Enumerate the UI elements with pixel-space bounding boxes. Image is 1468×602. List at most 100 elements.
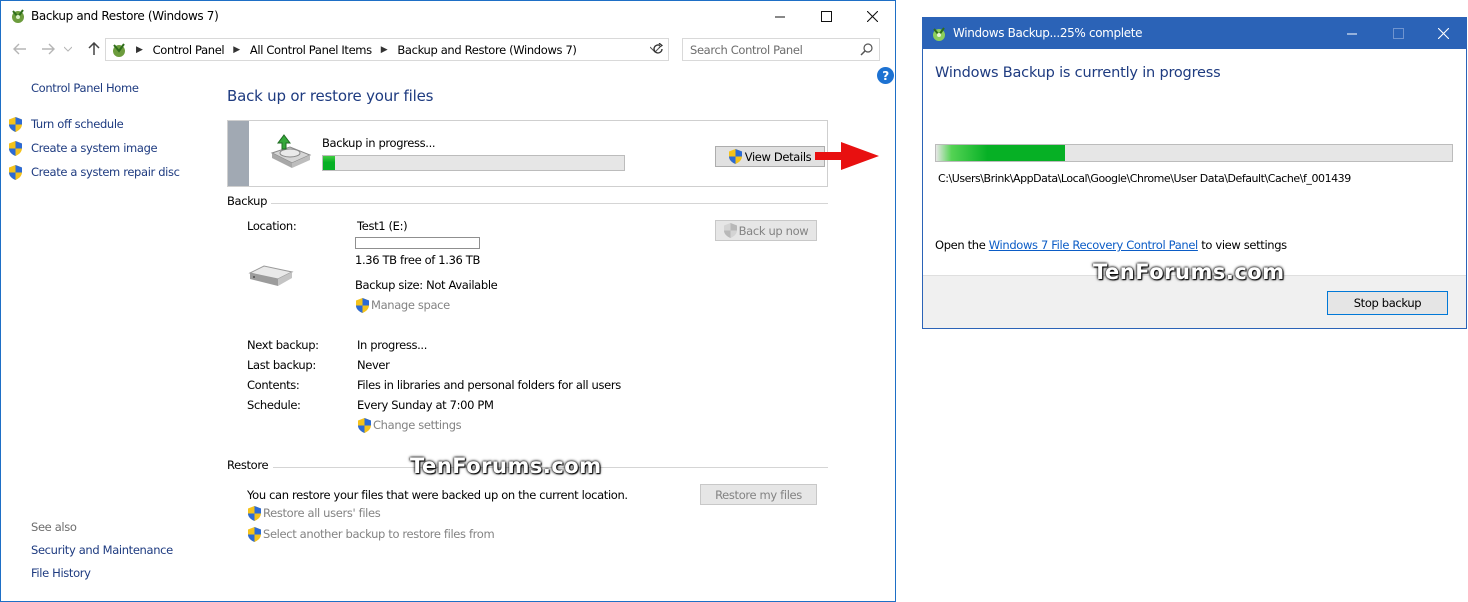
- refresh-icon: [653, 43, 664, 54]
- restore-my-files-button[interactable]: Restore my files: [700, 484, 817, 505]
- breadcrumb-separator[interactable]: ▶: [381, 45, 388, 55]
- file-recovery-link[interactable]: Windows 7 File Recovery Control Panel: [989, 238, 1198, 252]
- see-also-heading: See also: [31, 520, 77, 534]
- backup-progress-fill: [323, 156, 336, 170]
- refresh-button[interactable]: [649, 40, 667, 58]
- current-file-path: C:\Users\Brink\AppData\Local\Google\Chro…: [938, 172, 1351, 185]
- open-control-panel-text: Open the Windows 7 File Recovery Control…: [935, 238, 1287, 252]
- minimize-icon: [775, 16, 785, 17]
- window-title: Backup and Restore (Windows 7): [31, 9, 219, 23]
- shield-icon: [9, 141, 22, 156]
- address-bar-row: ▶ Control Panel ▶ All Control Panel Item…: [1, 32, 895, 66]
- shield-icon: [358, 418, 371, 433]
- control-panel-icon: [113, 42, 125, 57]
- recent-locations-button[interactable]: [63, 40, 73, 58]
- change-settings-link[interactable]: Change settings: [373, 418, 462, 432]
- close-button[interactable]: [849, 1, 895, 32]
- select-another-backup-link[interactable]: Select another backup to restore files f…: [263, 527, 495, 541]
- next-backup-label: Next backup:: [247, 338, 319, 352]
- maximize-icon: [1392, 28, 1404, 39]
- location-label: Location:: [247, 219, 297, 233]
- create-repair-disc-link[interactable]: Create a system repair disc: [31, 165, 180, 179]
- dialog-progress-bar: [935, 144, 1453, 162]
- hard-drive-icon: [248, 265, 294, 286]
- last-backup-label: Last backup:: [247, 358, 316, 372]
- restore-my-files-label: Restore my files: [715, 487, 802, 502]
- up-button[interactable]: [85, 40, 103, 58]
- schedule-label: Schedule:: [247, 398, 301, 412]
- create-system-image-link[interactable]: Create a system image: [31, 141, 158, 155]
- minimize-button[interactable]: [757, 1, 803, 32]
- shield-icon: [9, 165, 22, 180]
- dialog-progress-fill: [936, 145, 1065, 161]
- dialog-close-button[interactable]: [1420, 18, 1466, 49]
- open-prefix: Open the: [935, 238, 986, 252]
- next-backup-value: In progress...: [357, 338, 428, 352]
- free-space-text: 1.36 TB free of 1.36 TB: [355, 253, 481, 267]
- close-icon: [866, 11, 878, 22]
- view-details-button[interactable]: View Details: [715, 146, 825, 167]
- forward-arrow-icon: [42, 43, 55, 55]
- backup-restore-window: Backup and Restore (Windows 7) ▶ Control…: [0, 0, 896, 602]
- search-icon[interactable]: [860, 43, 873, 56]
- minimize-icon: [1347, 33, 1357, 34]
- breadcrumb-all-items[interactable]: All Control Panel Items: [250, 43, 372, 57]
- tenforums-watermark: TenForums.com: [1093, 260, 1285, 284]
- open-suffix: to view settings: [1201, 238, 1287, 252]
- shield-icon: [9, 117, 22, 132]
- shield-icon: [356, 298, 369, 313]
- backup-progress-panel: Backup in progress... View Details: [227, 120, 828, 187]
- back-button[interactable]: [11, 40, 29, 58]
- up-arrow-icon: [88, 42, 100, 55]
- title-bar[interactable]: Backup and Restore (Windows 7): [1, 1, 895, 32]
- restore-section-label: Restore: [227, 458, 269, 472]
- tenforums-watermark: TenForums.com: [410, 454, 602, 478]
- breadcrumb-separator[interactable]: ▶: [233, 45, 240, 55]
- breadcrumb-separator[interactable]: ▶: [136, 45, 143, 55]
- dialog-title-bar[interactable]: Windows Backup...25% complete: [923, 18, 1466, 49]
- back-up-now-button[interactable]: Back up now: [715, 220, 817, 241]
- help-icon[interactable]: ?: [877, 67, 894, 84]
- control-panel-home-link[interactable]: Control Panel Home: [31, 81, 139, 95]
- shield-icon: [248, 527, 261, 542]
- last-backup-value: Never: [357, 358, 390, 372]
- security-maintenance-link[interactable]: Security and Maintenance: [31, 543, 173, 557]
- maximize-icon: [820, 11, 832, 22]
- search-input[interactable]: Search Control Panel: [682, 38, 880, 61]
- restore-description: You can restore your files that were bac…: [247, 488, 628, 502]
- turn-off-schedule-link[interactable]: Turn off schedule: [31, 117, 124, 131]
- backup-size-text: Backup size: Not Available: [355, 278, 498, 292]
- back-up-now-label: Back up now: [738, 223, 809, 238]
- backup-drive-icon: [270, 134, 312, 168]
- dialog-maximize-button[interactable]: [1375, 18, 1421, 49]
- dialog-title: Windows Backup...25% complete: [953, 26, 1143, 40]
- location-value: Test1 (E:): [357, 219, 408, 233]
- shield-icon: [728, 149, 742, 164]
- address-box[interactable]: ▶ Control Panel ▶ All Control Panel Item…: [105, 38, 669, 61]
- manage-space-link[interactable]: Manage space: [371, 298, 450, 312]
- chevron-down-icon: [64, 46, 72, 52]
- breadcrumb-control-panel[interactable]: Control Panel: [153, 43, 225, 57]
- shield-icon: [248, 506, 261, 521]
- dialog-minimize-button[interactable]: [1329, 18, 1375, 49]
- contents-value: Files in libraries and personal folders …: [357, 378, 621, 392]
- panel-accent-bar: [228, 121, 249, 186]
- stop-backup-button[interactable]: Stop backup: [1327, 291, 1448, 315]
- backup-restore-icon: [12, 9, 24, 23]
- stop-backup-label: Stop backup: [1353, 296, 1422, 310]
- backup-status-text: Backup in progress...: [322, 136, 436, 150]
- restore-all-users-link[interactable]: Restore all users' files: [263, 506, 381, 520]
- forward-button[interactable]: [39, 40, 57, 58]
- view-details-label: View Details: [744, 149, 812, 164]
- contents-label: Contents:: [247, 378, 300, 392]
- divider: [271, 203, 828, 204]
- page-title: Back up or restore your files: [227, 87, 434, 105]
- shield-icon: [723, 223, 737, 238]
- drive-usage-bar: [355, 237, 480, 249]
- red-arrow-icon: [815, 142, 879, 170]
- breadcrumb-backup-restore[interactable]: Backup and Restore (Windows 7): [397, 43, 577, 57]
- maximize-button[interactable]: [803, 1, 849, 32]
- file-history-link[interactable]: File History: [31, 566, 91, 580]
- schedule-value: Every Sunday at 7:00 PM: [357, 398, 494, 412]
- search-placeholder: Search Control Panel: [690, 42, 803, 57]
